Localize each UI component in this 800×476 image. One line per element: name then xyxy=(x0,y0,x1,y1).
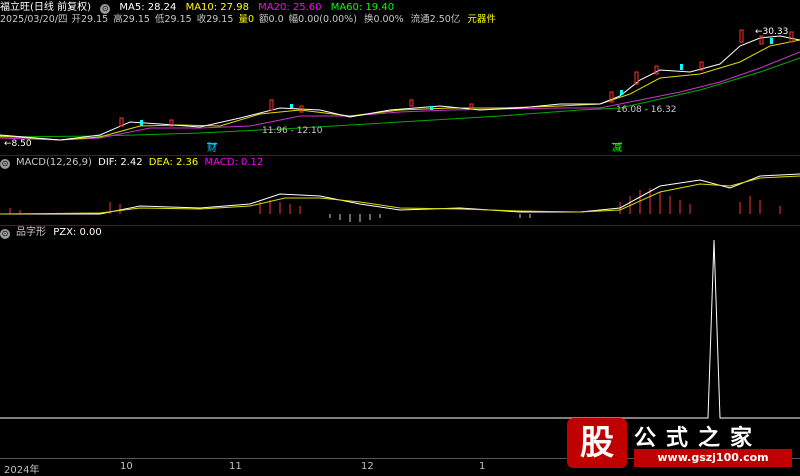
time-axis-label: 1 xyxy=(479,461,486,472)
candlesticks xyxy=(119,29,794,127)
macd-histogram xyxy=(9,188,781,222)
range-label-b: 16.08 - 16.32 xyxy=(616,105,677,115)
reduce-badge[interactable]: 减 xyxy=(612,143,622,154)
finance-badge[interactable]: 财 xyxy=(207,143,217,154)
time-axis-label: 12 xyxy=(361,461,374,472)
watermark-logo: 股 xyxy=(567,418,627,468)
watermark: 股 公式之家 www.gszj100.com xyxy=(567,418,792,470)
range-label-a: 11.96 - 12.10 xyxy=(262,126,323,136)
pzx-line xyxy=(0,239,800,419)
price-chart[interactable] xyxy=(0,0,800,156)
macd-chart[interactable] xyxy=(0,156,800,226)
time-axis-label: 10 xyxy=(120,461,133,472)
watermark-url: www.gszj100.com xyxy=(634,449,792,467)
high-price-marker: ←30.33 xyxy=(755,27,789,37)
time-axis-label: 11 xyxy=(229,461,242,472)
low-price-marker: ←8.50 xyxy=(4,139,32,149)
watermark-brand: 公式之家 xyxy=(634,426,763,451)
time-axis-label: 2024年 xyxy=(4,465,40,476)
